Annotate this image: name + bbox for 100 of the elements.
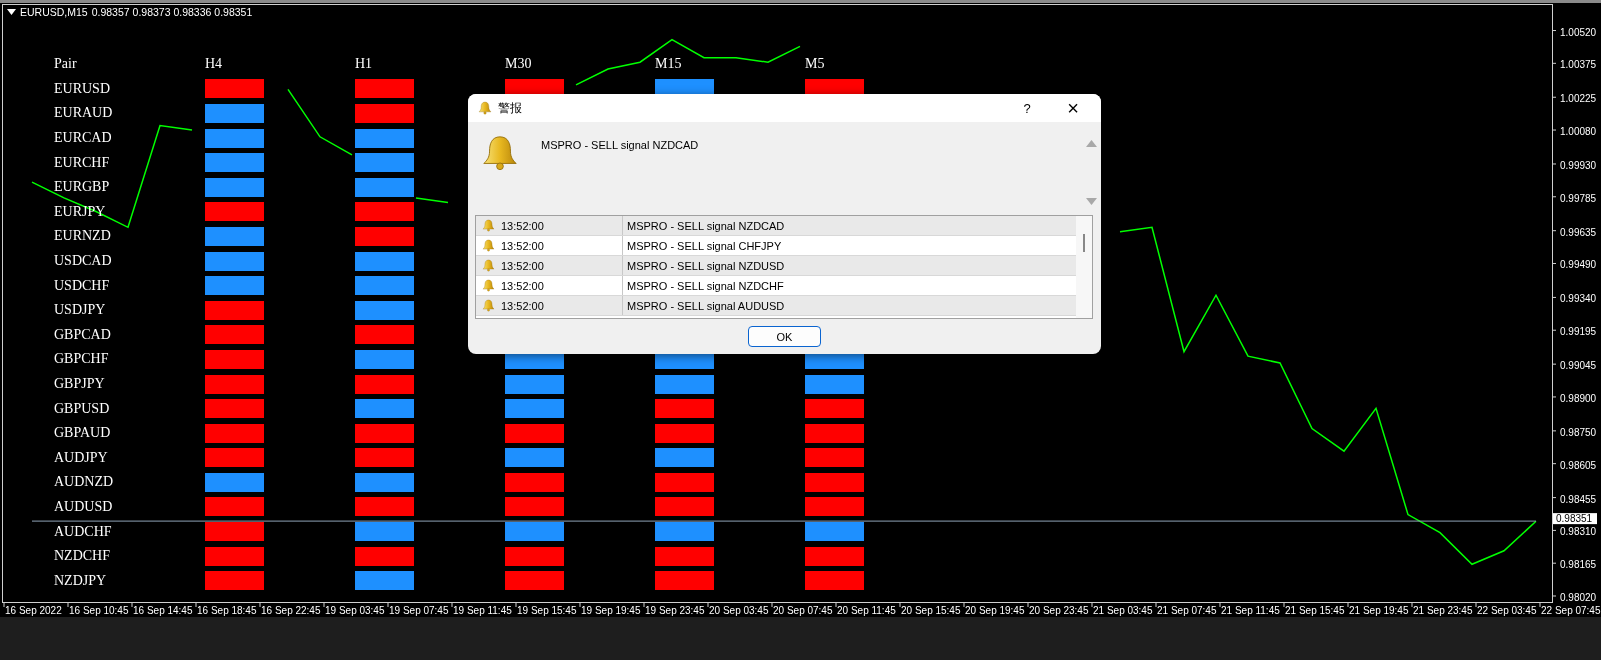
pair-label: EURGBP: [54, 179, 111, 196]
pair-label: GBPJPY: [54, 376, 106, 392]
price-tick-label: 1.00225: [1560, 93, 1597, 105]
ohlc-values: 0.98357 0.98373 0.98336 0.98351: [91, 6, 253, 18]
pair-label: USDCHF: [54, 277, 111, 294]
bell-icon: [482, 279, 495, 292]
pair-label: USDCAD: [54, 253, 113, 270]
alert-text: MSPRO - SELL signal NZDUSD: [627, 259, 785, 272]
time-tick-label: 16 Sep 22:45: [261, 605, 321, 616]
alert-time: 13:52:00: [501, 299, 544, 312]
column-header: M5: [805, 56, 826, 73]
price-tick-label: 0.99785: [1560, 192, 1597, 204]
price-tick-label: 0.98165: [1560, 559, 1597, 571]
alert-row[interactable]: 13:52:00 MSPRO - SELL signal AUDUSD: [476, 296, 1076, 316]
pair-label: AUDNZD: [54, 474, 115, 491]
bell-icon: [482, 239, 495, 252]
column-header: H1: [355, 56, 374, 73]
time-tick-label: 16 Sep 18:45: [197, 605, 257, 616]
time-tick-label: 19 Sep 23:45: [645, 605, 705, 616]
time-tick-label: 21 Sep 23:45: [1413, 605, 1473, 616]
pair-label: GBPCHF: [54, 351, 110, 368]
pair-label: AUDJPY: [54, 449, 109, 466]
bell-icon: [482, 299, 495, 312]
column-header: M15: [655, 56, 683, 73]
scrollbar-thumb[interactable]: [1083, 234, 1085, 252]
price-tick-label: 0.99195: [1560, 326, 1597, 338]
price-tick-label: 0.99340: [1560, 293, 1597, 305]
pair-label: NZDJPY: [54, 572, 108, 589]
pair-label: AUDUSD: [54, 499, 114, 515]
time-tick-label: 16 Sep 14:45: [133, 605, 193, 616]
time-tick-label: 21 Sep 07:45: [1157, 605, 1217, 616]
column-header: M30: [505, 56, 533, 73]
scroll-down-icon[interactable]: [1085, 198, 1097, 205]
bell-icon: [482, 259, 495, 272]
pair-label: NZDCHF: [54, 548, 111, 565]
pair-label: GBPAUD: [54, 425, 112, 442]
price-tick-label: 1.00375: [1560, 59, 1597, 71]
alert-message: MSPRO - SELL signal NZDCAD: [541, 139, 700, 153]
price-tick-label: 0.98310: [1560, 526, 1597, 538]
time-tick-label: 19 Sep 11:45: [453, 605, 512, 616]
price-tick-label: 0.98605: [1560, 459, 1597, 471]
price-tick-label: 0.98900: [1560, 392, 1597, 404]
bell-icon: [478, 101, 492, 115]
alert-time: 13:52:00: [501, 279, 544, 292]
price-tick-label: 0.99490: [1560, 259, 1597, 271]
time-tick-label: 22 Sep 03:45: [1477, 605, 1537, 616]
time-tick-label: 21 Sep 19:45: [1349, 605, 1409, 616]
price-tick-label: 1.00520: [1560, 26, 1597, 38]
time-tick-label: 20 Sep 07:45: [773, 605, 833, 616]
help-button[interactable]: ?: [1007, 94, 1047, 122]
time-tick-label: 20 Sep 23:45: [1029, 605, 1089, 616]
time-tick-label: 21 Sep 15:45: [1285, 605, 1345, 616]
column-header: H4: [205, 56, 224, 73]
pair-label: EURUSD: [54, 80, 111, 97]
pair-label: GBPUSD: [54, 400, 111, 417]
price-tick-label: 0.98750: [1560, 426, 1597, 438]
alert-time: 13:52:00: [501, 239, 544, 252]
alert-text: MSPRO - SELL signal NZDCHF: [627, 279, 784, 292]
time-tick-label: 19 Sep 07:45: [389, 605, 449, 616]
column-header: Pair: [54, 56, 78, 73]
pair-label: EURNZD: [54, 228, 112, 245]
time-tick-label: 22 Sep 07:45: [1541, 605, 1601, 616]
symbol-label: EURUSD,M15: [20, 6, 88, 18]
time-tick-label: 21 Sep 11:45: [1221, 605, 1280, 616]
bell-icon: [482, 219, 495, 232]
price-tick-label: 0.99635: [1560, 226, 1597, 238]
pair-label: EURAUD: [54, 105, 114, 122]
alert-text: MSPRO - SELL signal CHFJPY: [627, 239, 782, 252]
pair-label: USDJPY: [54, 302, 107, 319]
time-tick-label: 20 Sep 15:45: [901, 605, 961, 616]
alert-row[interactable]: 13:52:00 MSPRO - SELL signal NZDUSD: [476, 256, 1076, 276]
time-tick-label: 20 Sep 11:45: [837, 605, 896, 616]
time-tick-label: 16 Sep 2022: [5, 605, 62, 616]
dropdown-icon[interactable]: [7, 9, 16, 15]
pair-label: GBPCAD: [54, 326, 112, 343]
close-button[interactable]: ×: [1053, 94, 1093, 122]
ok-button[interactable]: OK: [748, 326, 821, 347]
dialog-title: 警报: [498, 99, 523, 117]
price-tick-label: 0.99045: [1560, 360, 1597, 372]
price-tick-label: 0.99930: [1560, 159, 1597, 171]
alert-text: MSPRO - SELL signal NZDCAD: [627, 219, 785, 232]
price-tick-label: 1.00080: [1560, 126, 1597, 138]
time-tick-label: 19 Sep 15:45: [517, 605, 577, 616]
alert-time: 13:52:00: [501, 259, 544, 272]
price-tag: 0.98351: [1553, 513, 1597, 525]
time-tick-label: 19 Sep 19:45: [581, 605, 641, 616]
scroll-up-icon[interactable]: [1085, 140, 1097, 147]
pair-label: AUDCHF: [54, 523, 113, 540]
price-tick-label: 0.98020: [1560, 592, 1597, 603]
time-tick-label: 16 Sep 10:45: [69, 605, 129, 616]
pair-label: EURCAD: [54, 130, 113, 147]
price-tick-label: 0.98455: [1560, 493, 1597, 505]
time-tick-label: 19 Sep 03:45: [325, 605, 385, 616]
time-tick-label: 20 Sep 03:45: [709, 605, 769, 616]
pair-label: EURCHF: [54, 154, 111, 171]
alert-time: 13:52:00: [501, 219, 544, 232]
time-tick-label: 20 Sep 19:45: [965, 605, 1025, 616]
time-tick-label: 21 Sep 03:45: [1093, 605, 1153, 616]
alert-row[interactable]: 13:52:00 MSPRO - SELL signal NZDCAD: [476, 216, 1076, 236]
alert-text: MSPRO - SELL signal AUDUSD: [627, 299, 785, 312]
